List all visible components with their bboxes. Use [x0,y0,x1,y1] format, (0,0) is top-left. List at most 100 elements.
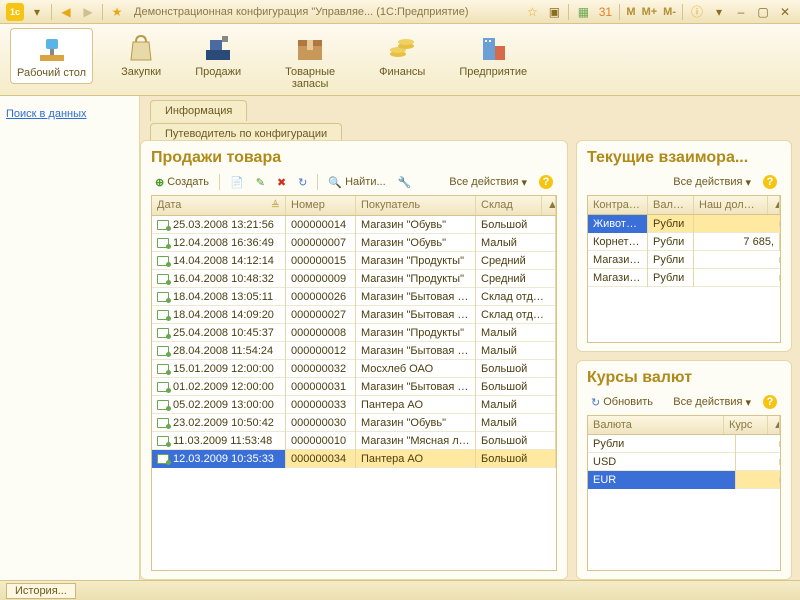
table-row[interactable]: Рубли [588,435,780,453]
col-currency[interactable]: Вал… [648,196,694,214]
table-row[interactable]: 14.04.2008 14:12:14000000015Магазин "Про… [152,252,556,270]
table-row[interactable]: 16.04.2008 10:48:32000000009Магазин "Про… [152,270,556,288]
table-row[interactable]: 28.04.2008 11:54:24000000012Магазин "Быт… [152,342,556,360]
col-number[interactable]: Номер [286,196,356,215]
window-title: Демонстрационная конфигурация "Управляе.… [128,6,521,18]
document-icon [157,310,169,320]
refresh-rates[interactable]: ↻Обновить [587,394,657,411]
mem-mminus[interactable]: M- [660,6,679,18]
tab-info[interactable]: Информация [150,100,247,121]
filter-button[interactable]: 🔧 [394,174,416,191]
close-icon[interactable]: ✕ [776,3,794,21]
bag-icon [125,32,157,64]
table-row[interactable]: 18.04.2008 14:09:20000000027Магазин "Быт… [152,306,556,324]
table-row[interactable]: 01.02.2009 12:00:00000000031Магазин "Быт… [152,378,556,396]
document-icon [157,436,169,446]
table-row[interactable]: USD [588,453,780,471]
section-purchases[interactable]: Закупки [115,28,167,82]
maximize-icon[interactable]: ▢ [754,3,772,21]
table-row[interactable]: 12.04.2008 16:36:49000000007Магазин "Обу… [152,234,556,252]
table-row[interactable]: 25.03.2008 13:21:56000000014Магазин "Обу… [152,216,556,234]
section-enterprise[interactable]: Предприятие [453,28,533,82]
section-finance[interactable]: Финансы [373,28,431,82]
help-button[interactable]: ? [535,173,557,191]
nav-fwd-icon[interactable]: ▶ [79,3,97,21]
section-stock[interactable]: Товарные запасы [269,28,351,94]
copy-icon: 📄 [230,176,244,189]
table-row[interactable]: EUR [588,471,780,489]
table-row[interactable]: Магази…Рубли [588,251,780,269]
bookmark-icon[interactable]: ▣ [545,3,563,21]
minimize-icon[interactable]: – [732,3,750,21]
document-icon [157,400,169,410]
action-tabs: Информация Путеводитель по конфигурации [140,96,800,140]
info-icon[interactable]: ⓘ [688,3,706,21]
document-icon [157,274,169,284]
scroll-col: ▲ [542,196,556,215]
wrench-icon: 🔧 [398,176,412,189]
coins-icon [386,32,418,64]
table-row[interactable]: Магази…Рубли [588,269,780,287]
box-icon [294,32,326,64]
section-desktop[interactable]: Рабочий стол [10,28,93,84]
debts-actions[interactable]: Все действия ▾ [669,174,755,191]
favorite-star-icon[interactable]: ★ [108,3,126,21]
col-buyer[interactable]: Покупатель [356,196,476,215]
rates-grid[interactable]: Валюта Курс ▲ РублиUSDEUR [587,415,781,571]
mem-mplus[interactable]: M+ [639,6,661,18]
nav-back-icon[interactable]: ◀ [57,3,75,21]
table-row[interactable]: 11.03.2009 11:53:48000000010Магазин "Мяс… [152,432,556,450]
rates-actions[interactable]: Все действия ▾ [669,394,755,411]
document-icon [157,418,169,428]
rates-title: Курсы валют [587,369,781,387]
debts-title: Текущие взаимора... [587,149,781,167]
delete-button[interactable]: ✖ [273,174,290,191]
col-ourdebt[interactable]: Наш дол… [694,196,768,214]
calculator-icon[interactable]: ▦ [574,3,592,21]
col-counterparty[interactable]: Контраг… [588,196,648,214]
table-row[interactable]: 18.04.2008 13:05:11000000026Магазин "Быт… [152,288,556,306]
navigation-pane: Поиск в данных [0,96,140,580]
document-icon [157,364,169,374]
refresh-button[interactable]: ↻ [294,174,311,191]
section-label: Закупки [121,66,161,78]
copy-button[interactable]: 📄 [226,174,248,191]
help-button[interactable]: ? [759,173,781,191]
table-row[interactable]: 05.02.2009 13:00:00000000033Пантера АОМа… [152,396,556,414]
debts-panel: Текущие взаимора... Все действия ▾ ? Кон… [576,140,792,352]
table-row[interactable]: Животн…Рубли [588,215,780,233]
add-favorite-icon[interactable]: ☆ [523,3,541,21]
all-actions-button[interactable]: Все действия ▾ [445,174,531,191]
debts-grid[interactable]: Контраг… Вал… Наш дол… ▲ Животн…РублиКор… [587,195,781,343]
section-label: Рабочий стол [17,67,86,79]
sales-toolbar: ⊕Создать 📄 ✎ ✖ ↻ 🔍Найти... 🔧 Все действи… [151,173,557,191]
refresh-icon: ↻ [591,396,600,409]
table-row[interactable]: 25.04.2008 10:45:37000000008Магазин "Про… [152,324,556,342]
table-row[interactable]: 23.02.2009 10:50:42000000030Магазин "Обу… [152,414,556,432]
help-icon: ? [763,395,777,409]
search-data-link[interactable]: Поиск в данных [6,108,133,120]
col-store[interactable]: Склад [476,196,542,215]
dropdown-icon[interactable]: ▾ [28,3,46,21]
help-button[interactable]: ? [759,393,781,411]
col-date[interactable]: Дата ≜ [152,196,286,215]
titlebar: 1c ▾ ◀ ▶ ★ Демонстрационная конфигурация… [0,0,800,24]
calendar-icon[interactable]: 31 [596,3,614,21]
sales-panel: Продажи товара ⊕Создать 📄 ✎ ✖ ↻ 🔍Найти..… [140,140,568,580]
col-currency[interactable]: Валюта [588,416,724,434]
app-logo-icon[interactable]: 1c [6,3,24,21]
table-row[interactable]: 15.01.2009 12:00:00000000032Мосхлеб ОАОБ… [152,360,556,378]
col-rate[interactable]: Курс [724,416,768,434]
section-sales[interactable]: Продажи [189,28,247,82]
document-icon [157,346,169,356]
find-button[interactable]: 🔍Найти... [324,174,389,191]
table-row[interactable]: 12.03.2009 10:35:33000000034Пантера АОБо… [152,450,556,468]
history-button[interactable]: История... [6,583,76,599]
info-dd-icon[interactable]: ▾ [710,3,728,21]
table-row[interactable]: Корнет …Рубли7 685, [588,233,780,251]
mem-m[interactable]: M [623,6,638,18]
section-label: Предприятие [459,66,527,78]
edit-button[interactable]: ✎ [252,174,269,191]
sales-grid[interactable]: Дата ≜ Номер Покупатель Склад ▲ 25.03.20… [151,195,557,571]
create-button[interactable]: ⊕Создать [151,174,213,191]
